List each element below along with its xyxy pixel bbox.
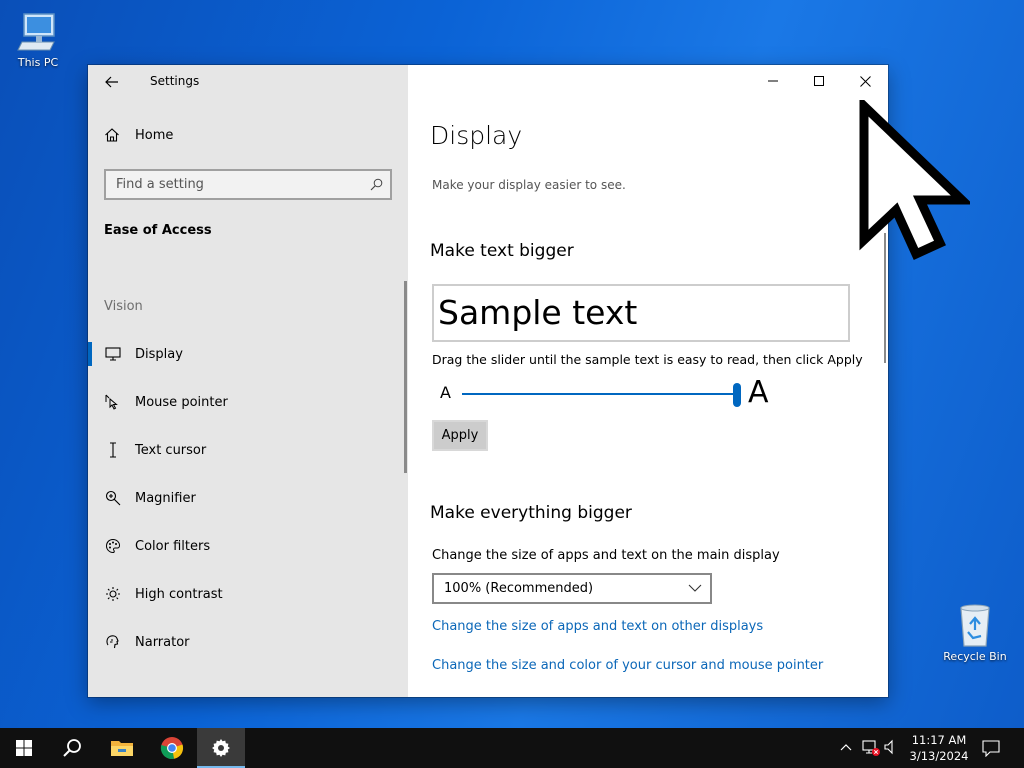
recycle-bin-icon	[960, 604, 990, 647]
narrator-icon	[104, 633, 122, 651]
section-title: Ease of Access	[104, 223, 212, 238]
page-title: Display	[430, 121, 523, 150]
minimize-icon	[768, 80, 778, 82]
taskbar: 11:17 AM 3/13/2024	[0, 728, 1024, 768]
search-placeholder: Find a setting	[116, 177, 204, 192]
window-controls	[750, 65, 888, 97]
sidebar-item-text-cursor[interactable]: Text cursor	[88, 426, 404, 474]
maximize-button[interactable]	[796, 65, 842, 97]
volume-icon[interactable]	[884, 739, 900, 755]
desktop-icon-recycle-bin[interactable]: Recycle Bin	[940, 602, 1010, 663]
mouse-pointer-icon	[104, 393, 122, 411]
sidebar-item-magnifier[interactable]: Magnifier	[88, 474, 404, 522]
sidebar-item-mouse-pointer[interactable]: Mouse pointer	[88, 378, 404, 426]
sidebar-item-high-contrast[interactable]: High contrast	[88, 570, 404, 618]
sidebar-nav: Display Mouse pointer Text cursor Magnif…	[88, 330, 404, 666]
minimize-button[interactable]	[750, 65, 796, 97]
sample-text-box: Sample text	[432, 284, 850, 342]
close-button[interactable]	[842, 65, 888, 97]
scale-dropdown-value: 100% (Recommended)	[444, 581, 594, 596]
palette-icon	[104, 537, 122, 555]
monitor-icon	[104, 345, 122, 363]
clock[interactable]: 11:17 AM 3/13/2024	[906, 732, 972, 764]
chevron-up-icon[interactable]	[840, 739, 852, 755]
folder-icon	[111, 741, 133, 756]
sidebar-item-display[interactable]: Display	[88, 330, 404, 378]
clock-date: 3/13/2024	[909, 749, 969, 763]
search-button[interactable]	[48, 728, 96, 768]
sidebar-item-label: Color filters	[135, 538, 211, 554]
sidebar-item-label: Display	[135, 346, 183, 362]
home-label: Home	[135, 127, 174, 143]
text-cursor-icon	[104, 441, 122, 459]
sidebar: Settings Home Find a setting Ease of Acc…	[88, 65, 408, 697]
sidebar-scrollbar[interactable]	[404, 281, 407, 473]
sidebar-item-label: Narrator	[135, 634, 190, 650]
search-icon	[63, 739, 81, 757]
desktop-icon-this-pc[interactable]: This PC	[6, 10, 70, 69]
group-title-vision: Vision	[104, 299, 143, 314]
clock-time: 11:17 AM	[911, 733, 967, 747]
sidebar-item-color-filters[interactable]: Color filters	[88, 522, 404, 570]
search-icon	[370, 178, 383, 191]
slider-track[interactable]	[462, 393, 738, 395]
start-button[interactable]	[0, 728, 48, 768]
sidebar-item-label: Text cursor	[135, 442, 207, 458]
page-subtitle: Make your display easier to see.	[432, 178, 626, 192]
back-arrow-icon	[105, 76, 118, 88]
slider-max-label: A	[748, 375, 769, 410]
content-pane: Display Make your display easier to see.…	[408, 65, 888, 697]
heading-make-everything-bigger: Make everything bigger	[430, 503, 632, 523]
scale-label: Change the size of apps and text on the …	[432, 548, 780, 563]
sidebar-item-label: High contrast	[135, 586, 223, 602]
desktop-icon-label: Recycle Bin	[943, 650, 1007, 663]
sidebar-item-label: Mouse pointer	[135, 394, 228, 410]
chevron-down-icon	[688, 584, 702, 592]
scale-dropdown[interactable]: 100% (Recommended)	[432, 573, 712, 604]
text-size-slider[interactable]: A A	[432, 375, 852, 411]
sidebar-item-label: Magnifier	[135, 490, 196, 506]
sidebar-item-narrator[interactable]: Narrator	[88, 618, 404, 666]
computer-icon	[17, 13, 55, 51]
slider-hint: Drag the slider until the sample text is…	[432, 352, 863, 367]
app-title: Settings	[150, 74, 200, 88]
link-cursor-pointer[interactable]: Change the size and color of your cursor…	[432, 658, 823, 673]
notification-icon[interactable]	[982, 739, 1000, 757]
file-explorer-button[interactable]	[98, 728, 146, 768]
search-input[interactable]: Find a setting	[104, 169, 392, 200]
settings-taskbar-button[interactable]	[197, 728, 245, 768]
sun-icon	[104, 585, 122, 603]
close-icon	[859, 75, 871, 87]
chrome-button[interactable]	[148, 728, 196, 768]
windows-logo-icon	[16, 740, 32, 756]
heading-make-text-bigger: Make text bigger	[430, 241, 574, 261]
title-bar: Settings	[88, 65, 408, 99]
home-icon	[105, 128, 119, 142]
network-disconnected-icon[interactable]	[861, 739, 881, 757]
back-button[interactable]	[100, 71, 124, 93]
apply-button[interactable]: Apply	[432, 420, 488, 451]
gear-icon	[212, 739, 230, 757]
maximize-icon	[814, 76, 824, 86]
settings-window: Settings Home Find a setting Ease of Acc…	[88, 65, 888, 697]
mouse-cursor-icon	[859, 100, 970, 260]
desktop-icon-label: This PC	[17, 56, 59, 69]
chrome-icon	[160, 737, 184, 760]
slider-min-label: A	[440, 383, 451, 402]
link-other-displays[interactable]: Change the size of apps and text on othe…	[432, 619, 763, 634]
slider-thumb[interactable]	[733, 383, 741, 407]
home-link[interactable]: Home	[104, 127, 173, 143]
magnifier-icon	[104, 489, 122, 507]
